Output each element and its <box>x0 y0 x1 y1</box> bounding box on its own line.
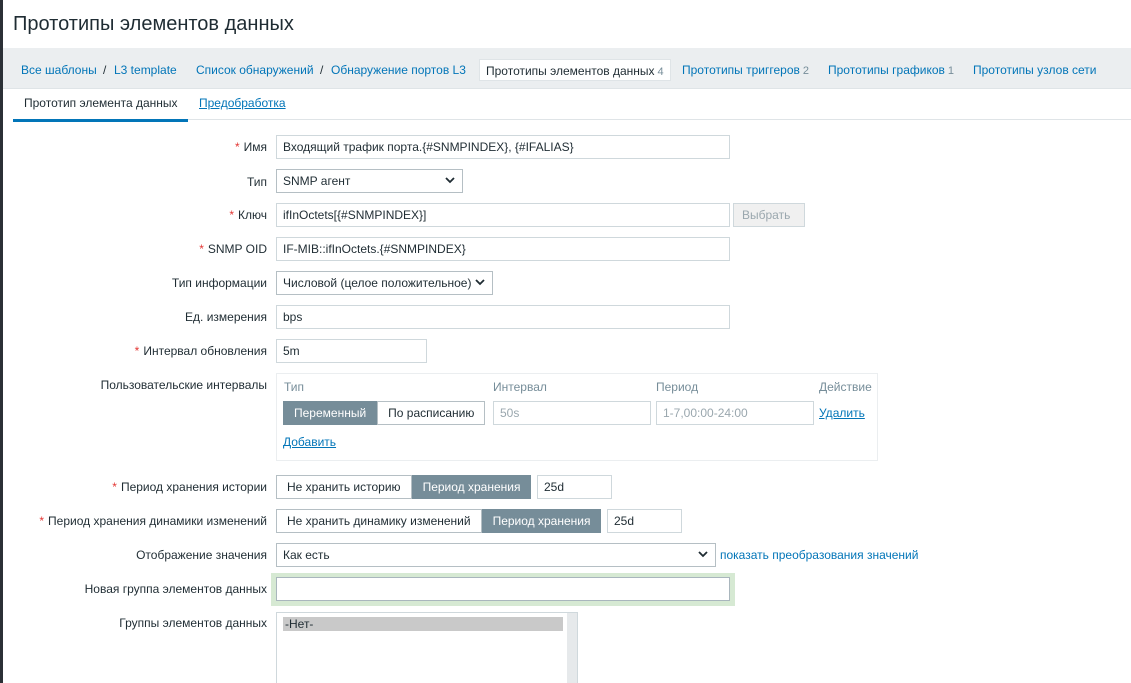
breadcrumb-discovery-rule[interactable]: Обнаружение портов L3 <box>331 63 466 77</box>
required-marker: * <box>199 242 204 256</box>
breadcrumb-separator: / <box>320 63 324 77</box>
col-action-header: Действие <box>819 380 872 394</box>
flexible-option[interactable]: Переменный <box>283 401 378 425</box>
tab-graph-prototypes[interactable]: Прототипы графиков 1 <box>828 63 954 77</box>
breadcrumb-template[interactable]: L3 template <box>114 63 177 77</box>
info-type-label: Тип информации <box>171 276 267 290</box>
scheduling-option[interactable]: По расписанию <box>377 401 486 425</box>
col-period-header: Период <box>656 380 699 394</box>
key-label: * Ключ <box>229 208 267 222</box>
custom-intervals-label: Пользовательские интервалы <box>100 378 267 392</box>
interval-input[interactable]: 50s <box>493 401 651 425</box>
tab-trigger-prototypes[interactable]: Прототипы триггеров 2 <box>682 63 809 77</box>
history-storage-period-option[interactable]: Период хранения <box>411 475 532 499</box>
add-interval-link[interactable]: Добавить <box>283 435 336 449</box>
col-type-header: Тип <box>284 380 305 394</box>
tab-item-prototypes-label: Прототипы элементов данных <box>486 64 655 78</box>
breadcrumb: Все шаблоны / L3 template Список обнаруж… <box>3 48 1131 89</box>
list-item[interactable]: -Нет- <box>283 617 563 631</box>
trends-mode-toggle: Не хранить динамику изменений Период хра… <box>276 509 602 533</box>
new-application-input[interactable] <box>276 577 730 601</box>
tab-preprocessing[interactable]: Предобработка <box>199 96 286 110</box>
breadcrumb-all-templates[interactable]: Все шаблоны <box>21 63 97 77</box>
chevron-down-icon <box>475 279 485 286</box>
units-label: Ед. измерения <box>185 310 267 324</box>
page-title: Прототипы элементов данных <box>13 13 294 35</box>
tab-item-prototype[interactable]: Прототип элемента данных <box>13 96 188 122</box>
chevron-down-icon <box>445 177 455 184</box>
info-type-select[interactable]: Числовой (целое положительное) <box>276 271 493 295</box>
history-mode-toggle: Не хранить историю Период хранения <box>276 475 532 499</box>
history-period-input[interactable]: 25d <box>537 475 612 499</box>
applications-listbox[interactable]: -Нет- <box>276 612 578 683</box>
info-type-select-value: Числовой (целое положительное) <box>283 276 472 290</box>
new-application-label: Новая группа элементов данных <box>84 582 267 596</box>
custom-intervals-table: Тип Интервал Период Действие Переменный … <box>276 373 878 461</box>
left-sidebar-strip <box>0 0 3 683</box>
select-key-button[interactable]: Выбрать <box>733 203 805 227</box>
value-map-select[interactable]: Как есть <box>276 543 716 567</box>
required-marker: * <box>229 208 235 222</box>
scrollbar[interactable] <box>567 613 577 683</box>
update-interval-input[interactable]: 5m <box>276 339 427 363</box>
breadcrumb-discovery-list[interactable]: Список обнаружений <box>196 63 314 77</box>
trends-storage-period-option[interactable]: Период хранения <box>481 509 602 533</box>
count-badge: 2 <box>802 65 810 77</box>
type-label: Тип <box>246 175 267 189</box>
value-map-label: Отображение значения <box>136 548 267 562</box>
tab-host-prototypes[interactable]: Прототипы узлов сети <box>973 63 1097 77</box>
trends-do-not-keep-option[interactable]: Не хранить динамику изменений <box>276 509 482 533</box>
units-input[interactable]: bps <box>276 305 730 329</box>
update-interval-label: * Интервал обновления <box>134 344 267 358</box>
tab-trigger-prototypes-label: Прототипы триггеров <box>682 63 800 77</box>
type-select[interactable]: SNMP агент <box>276 169 463 193</box>
required-marker: * <box>112 480 117 494</box>
chevron-down-icon <box>698 551 708 558</box>
type-select-value: SNMP агент <box>283 174 351 188</box>
col-interval-header: Интервал <box>493 380 547 394</box>
breadcrumb-separator: / <box>103 63 107 77</box>
key-input[interactable]: ifInOctets[{#SNMPINDEX}] <box>276 203 730 227</box>
required-marker: * <box>234 140 240 154</box>
show-value-mappings-link[interactable]: показать преобразования значений <box>720 548 918 562</box>
trends-label: * Период хранения динамики изменений <box>39 514 267 528</box>
trends-period-input[interactable]: 25d <box>607 509 682 533</box>
name-input[interactable]: Входящий трафик порта.{#SNMPINDEX}, {#IF… <box>276 135 730 159</box>
name-label: * Имя <box>234 140 267 154</box>
snmp-oid-input[interactable]: IF-MIB::ifInOctets.{#SNMPINDEX} <box>276 237 730 261</box>
value-map-select-value: Как есть <box>283 548 330 562</box>
history-label: * Период хранения истории <box>112 480 267 494</box>
form-tabs: Прототип элемента данных Предобработка <box>13 90 1131 122</box>
tab-graph-prototypes-label: Прототипы графиков <box>828 63 945 77</box>
period-input[interactable]: 1-7,00:00-24:00 <box>656 401 814 425</box>
snmp-oid-label: * SNMP OID <box>199 242 267 256</box>
count-badge: 1 <box>947 65 954 77</box>
required-marker: * <box>134 344 140 358</box>
count-badge: 4 <box>657 66 664 78</box>
interval-type-toggle: Переменный По расписанию <box>283 401 486 425</box>
history-do-not-keep-option[interactable]: Не хранить историю <box>276 475 412 499</box>
tab-item-prototypes[interactable]: Прототипы элементов данных 4 <box>479 59 671 81</box>
required-marker: * <box>39 514 45 528</box>
remove-interval-link[interactable]: Удалить <box>819 406 865 420</box>
applications-label: Группы элементов данных <box>119 616 267 630</box>
